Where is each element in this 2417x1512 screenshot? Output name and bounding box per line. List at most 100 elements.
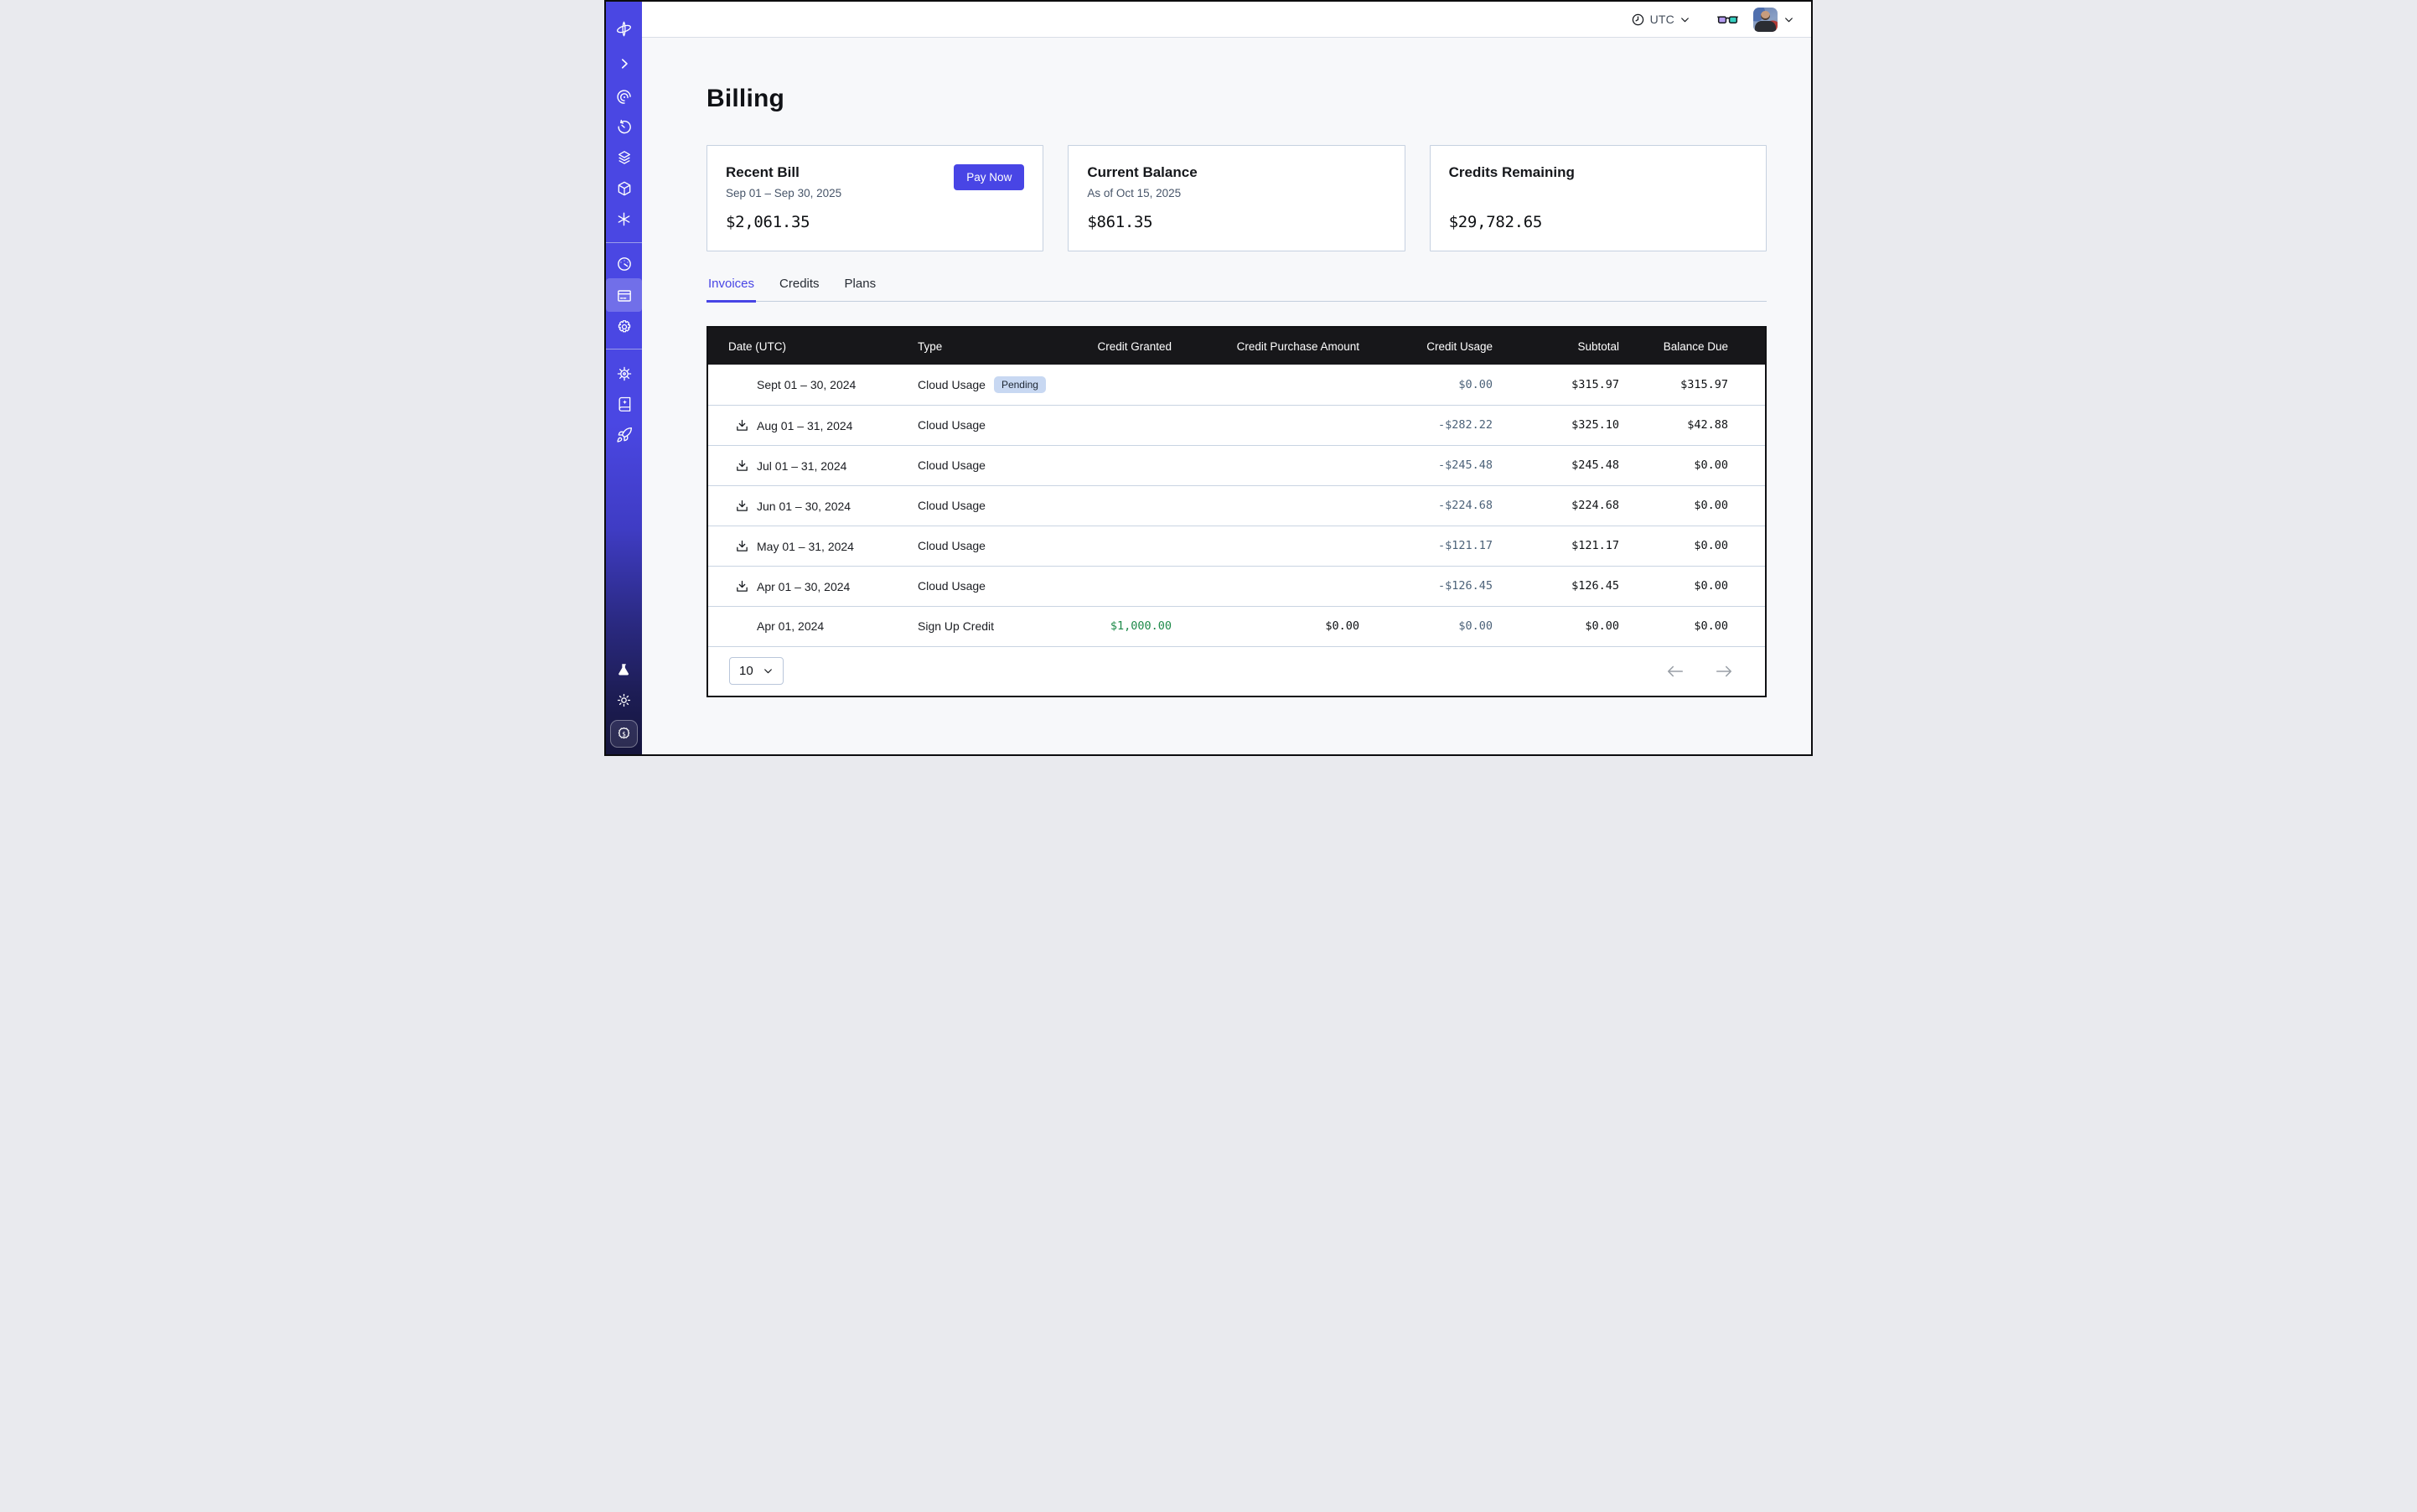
balance-due: $0.00 bbox=[1619, 566, 1728, 606]
tab-plans[interactable]: Plans bbox=[843, 277, 878, 301]
invoice-type: Cloud Usage bbox=[918, 539, 986, 552]
invoice-type: Sign Up Credit bbox=[918, 619, 994, 633]
row-filler bbox=[1728, 365, 1765, 405]
helm-wheel-icon[interactable] bbox=[615, 365, 633, 382]
asterisk-icon[interactable] bbox=[615, 210, 633, 228]
column-header: Date (UTC) bbox=[708, 328, 918, 365]
invoice-date: May 01 – 31, 2024 bbox=[757, 540, 854, 553]
page-size-select[interactable]: 10 bbox=[729, 657, 784, 685]
avatar bbox=[1753, 8, 1778, 32]
dollar-badge-icon: $ bbox=[616, 726, 632, 742]
credit-granted bbox=[1077, 365, 1172, 405]
tabs: Invoices Credits Plans bbox=[706, 277, 1767, 302]
column-header-filler bbox=[1728, 328, 1765, 365]
invoices-table-container: Date (UTC)TypeCredit GrantedCredit Purch… bbox=[706, 326, 1767, 697]
app-window: $ UTC Billing bbox=[604, 0, 1813, 756]
invoice-date: Apr 01 – 30, 2024 bbox=[757, 580, 850, 593]
credit-purchase-amount bbox=[1172, 566, 1359, 606]
row-filler bbox=[1728, 405, 1765, 445]
sidebar-divider bbox=[606, 349, 642, 350]
invoice-date: Jun 01 – 30, 2024 bbox=[757, 500, 851, 513]
reader-glasses-button[interactable] bbox=[1717, 13, 1738, 27]
sidebar-divider bbox=[606, 242, 642, 243]
table-row: May 01 – 31, 2024Cloud Usage-$121.17$121… bbox=[708, 526, 1765, 566]
credit-purchase-amount bbox=[1172, 485, 1359, 526]
gauge-icon[interactable] bbox=[615, 255, 633, 272]
orbit-logo-icon[interactable] bbox=[615, 20, 633, 38]
current-balance-amount: $861.35 bbox=[1087, 213, 1385, 231]
history-clock-icon[interactable] bbox=[615, 118, 633, 136]
credit-usage: -$282.22 bbox=[1359, 405, 1493, 445]
invoices-table: Date (UTC)TypeCredit GrantedCredit Purch… bbox=[708, 328, 1765, 647]
card-title: Credits Remaining bbox=[1449, 164, 1747, 181]
credits-remaining-card: Credits Remaining $29,782.65 bbox=[1430, 145, 1767, 251]
download-invoice-icon[interactable] bbox=[735, 579, 749, 593]
sun-icon[interactable] bbox=[615, 691, 633, 709]
balance-due: $0.00 bbox=[1619, 606, 1728, 646]
credit-granted bbox=[1077, 526, 1172, 566]
credit-granted bbox=[1077, 566, 1172, 606]
credit-purchase-amount bbox=[1172, 445, 1359, 485]
download-invoice-icon[interactable] bbox=[735, 458, 749, 473]
layers-icon[interactable] bbox=[615, 148, 633, 166]
book-sparkle-icon[interactable] bbox=[615, 395, 633, 412]
tab-invoices[interactable]: Invoices bbox=[706, 277, 756, 301]
cube-icon[interactable] bbox=[615, 179, 633, 197]
chevron-down-icon bbox=[1783, 14, 1794, 25]
table-row: Jul 01 – 31, 2024Cloud Usage-$245.48$245… bbox=[708, 445, 1765, 485]
pagination-bar: 10 bbox=[708, 647, 1765, 696]
invoice-type: Cloud Usage bbox=[918, 418, 986, 432]
credit-granted bbox=[1077, 485, 1172, 526]
row-filler bbox=[1728, 566, 1765, 606]
chevron-right-icon[interactable] bbox=[615, 54, 633, 72]
table-row: Jun 01 – 30, 2024Cloud Usage-$224.68$224… bbox=[708, 485, 1765, 526]
invoice-date: Apr 01, 2024 bbox=[757, 619, 824, 633]
column-header: Subtotal bbox=[1493, 328, 1619, 365]
column-header: Balance Due bbox=[1619, 328, 1728, 365]
subtotal: $325.10 bbox=[1493, 405, 1619, 445]
invoice-date: Jul 01 – 31, 2024 bbox=[757, 459, 846, 473]
credit-purchase-amount bbox=[1172, 365, 1359, 405]
current-balance-card: Current Balance As of Oct 15, 2025 $861.… bbox=[1068, 145, 1405, 251]
pay-now-button[interactable]: Pay Now bbox=[954, 164, 1024, 190]
tab-credits[interactable]: Credits bbox=[778, 277, 821, 301]
spiral-icon[interactable] bbox=[615, 88, 633, 106]
top-header-bar: UTC bbox=[642, 2, 1811, 38]
credit-purchase-amount bbox=[1172, 405, 1359, 445]
balance-due: $0.00 bbox=[1619, 485, 1728, 526]
rocket-icon[interactable] bbox=[615, 426, 633, 443]
invoice-type: Cloud Usage bbox=[918, 458, 986, 472]
table-row: Apr 01 – 30, 2024 Cloud Usage -$126.45$126… bbox=[708, 566, 1765, 606]
next-page-arrow-icon[interactable] bbox=[1715, 665, 1733, 678]
subtotal: $0.00 bbox=[1493, 606, 1619, 646]
flask-icon[interactable] bbox=[615, 661, 633, 679]
credit-usage: -$121.17 bbox=[1359, 526, 1493, 566]
gear-icon[interactable] bbox=[615, 318, 633, 335]
card-subtitle: As of Oct 15, 2025 bbox=[1087, 187, 1385, 201]
column-header: Credit Usage bbox=[1359, 328, 1493, 365]
recent-bill-amount: $2,061.35 bbox=[726, 213, 1024, 231]
invoice-date: Aug 01 – 31, 2024 bbox=[757, 419, 852, 432]
billing-card-icon[interactable] bbox=[615, 287, 633, 304]
user-menu[interactable] bbox=[1753, 8, 1794, 32]
download-invoice-icon[interactable] bbox=[735, 539, 749, 553]
previous-page-arrow-icon[interactable] bbox=[1666, 665, 1685, 678]
table-header: Date (UTC)TypeCredit GrantedCredit Purch… bbox=[708, 328, 1765, 365]
download-invoice-icon[interactable] bbox=[735, 418, 749, 432]
main-content: Billing Recent Bill Sep 01 – Sep 30, 202… bbox=[642, 38, 1811, 754]
summary-cards: Recent Bill Sep 01 – Sep 30, 2025 $2,061… bbox=[706, 145, 1767, 251]
subtotal: $126.45 bbox=[1493, 566, 1619, 606]
timezone-selector[interactable]: UTC bbox=[1631, 13, 1690, 27]
invoice-type: Cloud Usage bbox=[918, 579, 986, 593]
card-title: Current Balance bbox=[1087, 164, 1385, 181]
balance-due: $0.00 bbox=[1619, 445, 1728, 485]
chevron-down-icon bbox=[1679, 14, 1690, 25]
card-subtitle bbox=[1449, 187, 1747, 201]
download-invoice-icon[interactable] bbox=[735, 499, 749, 513]
dollar-badge-button[interactable]: $ bbox=[610, 720, 638, 748]
row-filler bbox=[1728, 445, 1765, 485]
subtotal: $224.68 bbox=[1493, 485, 1619, 526]
svg-text:$: $ bbox=[622, 730, 626, 738]
credit-usage: -$126.45 bbox=[1359, 566, 1493, 606]
status-badge: Pending bbox=[994, 376, 1046, 393]
